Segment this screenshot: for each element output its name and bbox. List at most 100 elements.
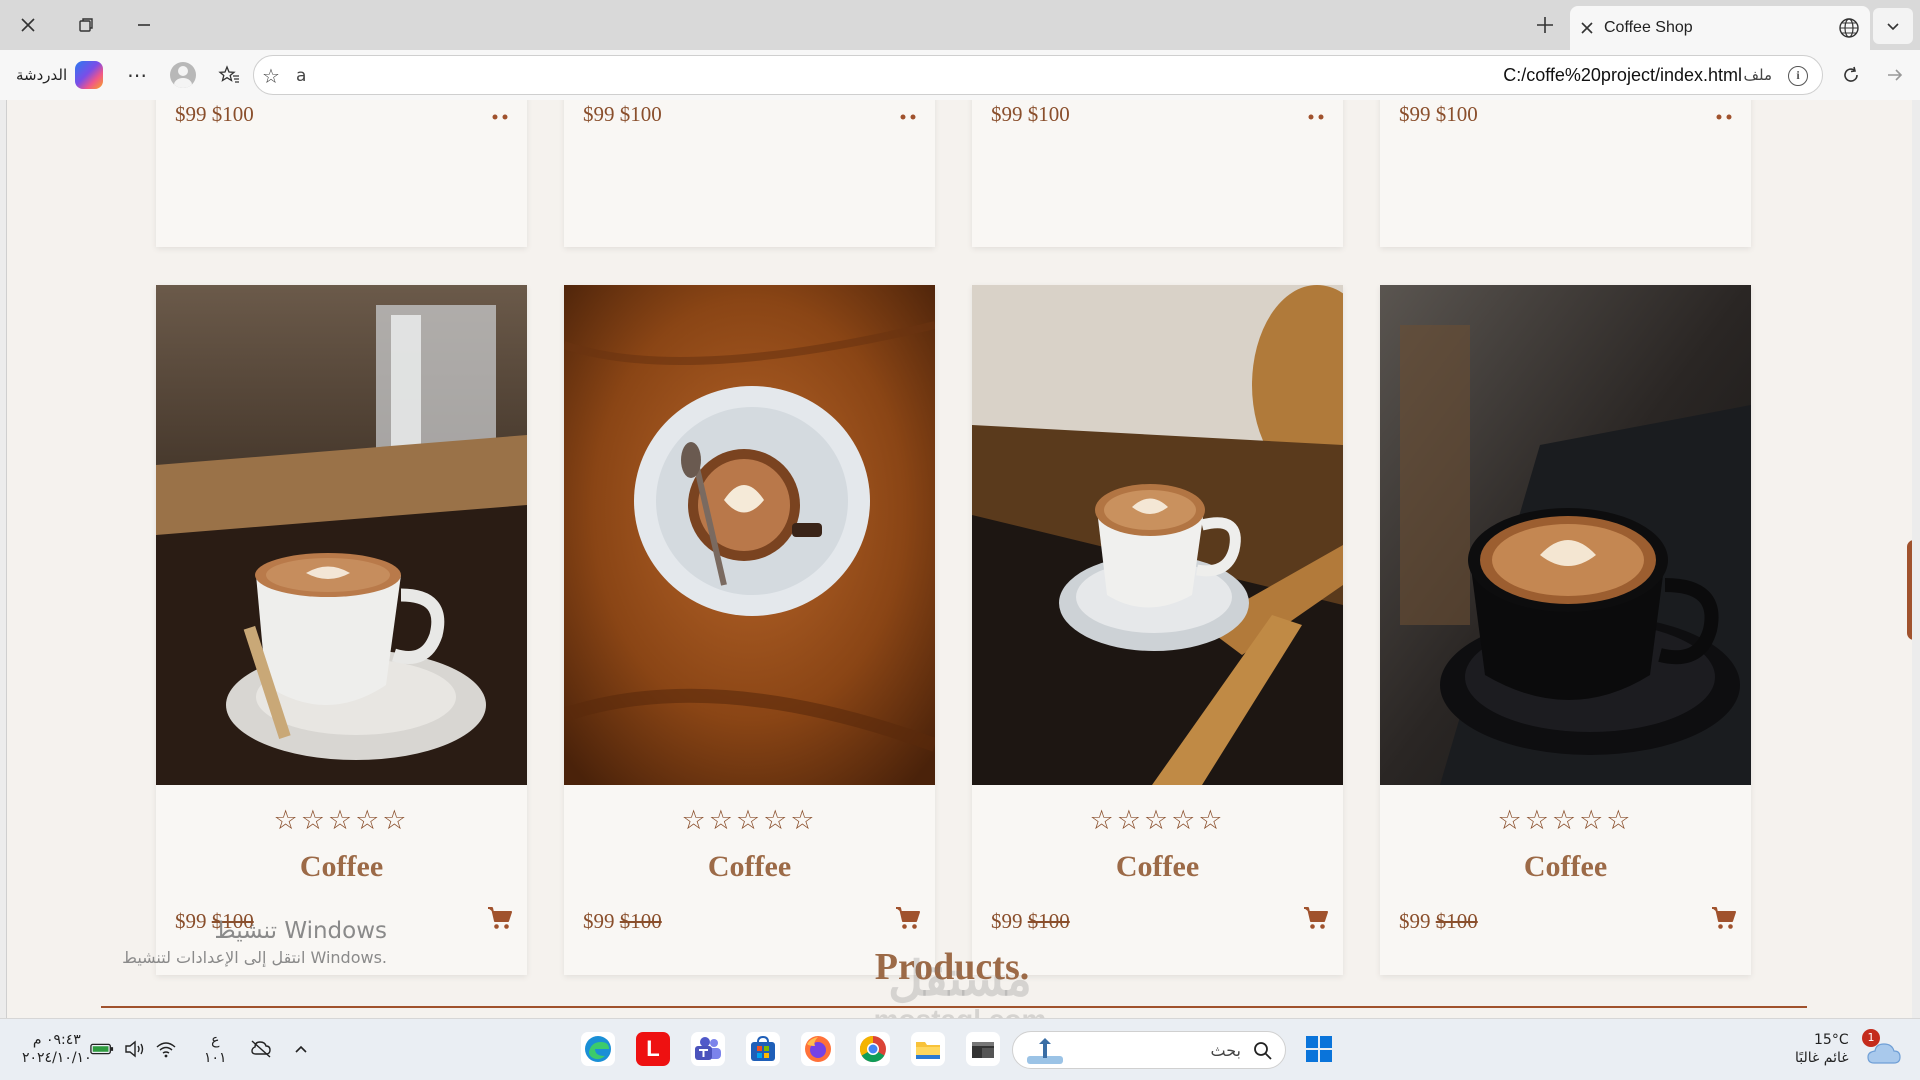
lang-line2: ١٠١ xyxy=(204,1050,227,1066)
product-name: Coffee xyxy=(1115,850,1200,883)
weather-condition: غائم غالبًا xyxy=(1795,1050,1849,1066)
star-icon[interactable]: ☆ xyxy=(262,64,280,88)
taskbar-store[interactable] xyxy=(746,1032,780,1066)
product-card[interactable]: ☆☆☆☆☆ Coffee $99 $100 xyxy=(1380,285,1751,975)
product-image xyxy=(156,285,527,785)
weather-widget[interactable]: 15°C غائم غالبًا xyxy=(1795,1031,1849,1067)
taskbar-search[interactable]: بحث xyxy=(1012,1031,1286,1069)
rating-stars[interactable]: ☆☆☆☆☆ xyxy=(156,805,527,836)
forward-button[interactable] xyxy=(1880,60,1910,90)
prev-price: $99 $100 xyxy=(1399,102,1478,126)
clock[interactable]: ٠٩:٤٣ م ٢٠٢٤/١٠/١٠ xyxy=(22,1031,92,1067)
cart-icon[interactable] xyxy=(1711,112,1737,122)
minimize-icon xyxy=(138,24,150,26)
tab-title: Coffee Shop xyxy=(1604,19,1693,36)
rating-stars[interactable]: ☆☆☆☆☆ xyxy=(564,805,935,836)
edge-icon xyxy=(585,1036,611,1062)
taskbar-app-window[interactable] xyxy=(966,1032,1000,1066)
prev-price: $99 $100 xyxy=(583,102,662,126)
tab-close-icon[interactable] xyxy=(1580,21,1594,35)
product-card[interactable]: ☆☆☆☆☆ Coffee $99 $100 xyxy=(972,285,1343,975)
taskbar-file-explorer[interactable] xyxy=(911,1032,945,1066)
wifi-icon[interactable] xyxy=(154,1037,178,1061)
restore-icon xyxy=(79,18,93,32)
url-text[interactable]: C:/coffe%20project/index.html xyxy=(1503,65,1742,86)
product-card[interactable]: ☆☆☆☆☆ Coffee $99 $100 xyxy=(156,285,527,975)
start-button[interactable] xyxy=(1302,1032,1336,1066)
current-price: $99 xyxy=(583,909,615,933)
product-card-prev-1: $99 $100 xyxy=(156,100,527,247)
old-price: $100 xyxy=(1435,909,1478,933)
watermark-logo-text: مستقل xyxy=(888,953,1032,1006)
product-price: $99 $100 xyxy=(1399,909,1478,934)
read-aloud-icon[interactable]: a xyxy=(296,66,306,86)
chevron-down-icon xyxy=(1887,23,1899,31)
cart-icon[interactable] xyxy=(1711,905,1737,931)
product-card-prev-4: $99 $100 xyxy=(1380,100,1751,247)
product-image xyxy=(1380,285,1751,785)
cart-icon[interactable] xyxy=(1303,905,1329,931)
volume-icon[interactable] xyxy=(123,1037,147,1061)
prev-price: $99 $100 xyxy=(991,102,1070,126)
product-image xyxy=(564,285,935,785)
prev-price: $99 $100 xyxy=(175,102,254,126)
taskbar-firefox[interactable] xyxy=(801,1032,835,1066)
input-language[interactable]: ع ١٠١ xyxy=(204,1031,227,1067)
refresh-button[interactable] xyxy=(1836,60,1866,90)
product-name: Coffee xyxy=(299,850,384,883)
old-price: $100 xyxy=(619,909,662,933)
favorites-button[interactable] xyxy=(214,60,244,90)
new-tab-button[interactable] xyxy=(1527,9,1563,41)
cart-icon[interactable] xyxy=(895,905,921,931)
favorites-icon xyxy=(218,65,239,83)
address-bar[interactable]: ☆ a C:/coffe%20project/index.html ملف i xyxy=(253,55,1823,95)
browser-title-bar: Coffee Shop xyxy=(0,0,1920,50)
cart-icon[interactable] xyxy=(895,112,921,122)
more-button[interactable]: ⋯ xyxy=(122,60,152,90)
taskbar-chrome[interactable] xyxy=(856,1032,890,1066)
close-icon xyxy=(21,18,35,32)
search-placeholder: بحث xyxy=(1210,1041,1242,1060)
info-icon[interactable]: i xyxy=(1788,66,1808,86)
taskbar-teams[interactable] xyxy=(691,1032,725,1066)
url-scheme-label: ملف xyxy=(1743,66,1772,84)
product-name: Coffee xyxy=(707,850,792,883)
rating-stars[interactable]: ☆☆☆☆☆ xyxy=(972,805,1343,836)
product-card[interactable]: ☆☆☆☆☆ Coffee $99 $100 xyxy=(564,285,935,975)
copilot-icon xyxy=(75,61,104,89)
show-hidden-icons-button[interactable] xyxy=(289,1037,313,1061)
lang-line1: ع xyxy=(211,1032,220,1048)
page-viewport[interactable]: $99 $100 $99 $100 $99 $100 $99 $100 ☆☆☆☆… xyxy=(6,100,1912,1018)
teams-icon xyxy=(695,1037,721,1060)
cart-icon[interactable] xyxy=(1303,112,1329,122)
more-icon: ⋯ xyxy=(127,63,147,87)
close-window-button[interactable] xyxy=(10,9,46,41)
restore-window-button[interactable] xyxy=(68,9,104,41)
taskbar-app-l[interactable]: L xyxy=(636,1032,670,1066)
copilot-label: الدردشة xyxy=(16,66,68,84)
rating-stars[interactable]: ☆☆☆☆☆ xyxy=(1380,805,1751,836)
chevron-up-icon xyxy=(295,1045,307,1053)
minimize-window-button[interactable] xyxy=(126,9,162,41)
copilot-button[interactable]: الدردشة xyxy=(8,57,111,93)
browser-tab[interactable]: Coffee Shop xyxy=(1570,6,1870,50)
product-name: Coffee xyxy=(1523,850,1608,883)
forward-icon xyxy=(1888,69,1903,81)
store-icon xyxy=(751,1035,775,1061)
avatar xyxy=(170,62,196,88)
profile-button[interactable] xyxy=(168,60,198,90)
tab-actions-button[interactable] xyxy=(1873,8,1913,44)
product-image xyxy=(972,285,1343,785)
firefox-icon xyxy=(805,1036,831,1062)
current-price: $99 xyxy=(1399,909,1431,933)
product-card-prev-2: $99 $100 xyxy=(564,100,935,247)
cart-icon[interactable] xyxy=(487,112,513,122)
chrome-icon xyxy=(859,1035,886,1063)
battery-icon[interactable] xyxy=(90,1037,114,1061)
window-icon xyxy=(972,1042,994,1058)
cart-icon[interactable] xyxy=(487,905,513,931)
sync-off-icon[interactable] xyxy=(249,1037,273,1061)
taskbar-edge[interactable] xyxy=(581,1032,615,1066)
folder-icon xyxy=(916,1042,940,1059)
scrollbar-thumb[interactable] xyxy=(1907,540,1912,640)
